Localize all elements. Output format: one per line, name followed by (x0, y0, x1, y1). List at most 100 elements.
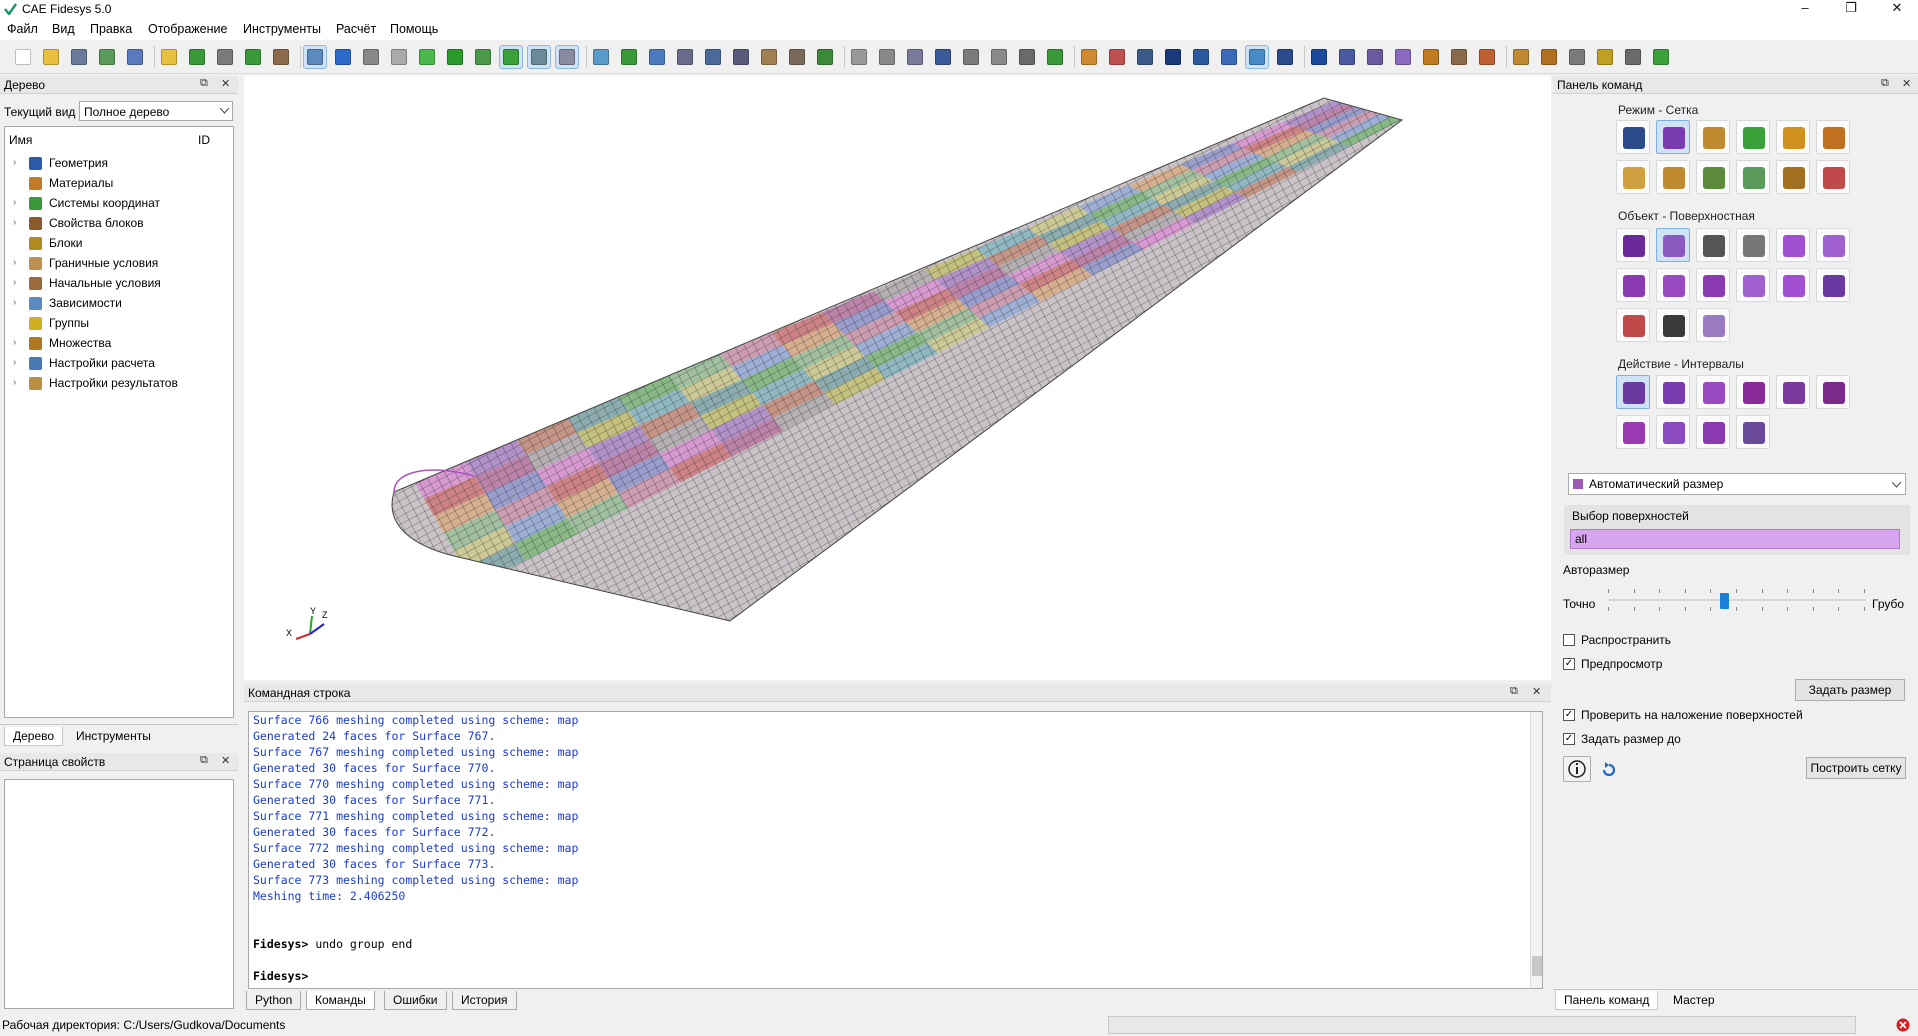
command-panel-button[interactable] (1736, 120, 1770, 154)
tree-view[interactable]: Имя ID › Геометрия Материалы › Системы коорд… (4, 126, 234, 718)
expand-arrow-icon[interactable]: › (13, 193, 16, 213)
command-panel-button[interactable] (1776, 160, 1810, 194)
toolbar-button[interactable] (758, 46, 780, 68)
command-panel-button[interactable] (1776, 268, 1810, 302)
tree-item[interactable]: › Начальные условия (5, 273, 233, 293)
dock-float-icon[interactable]: ⧉ (200, 754, 208, 767)
toolbar-button[interactable] (1538, 46, 1560, 68)
command-panel-button[interactable] (1816, 375, 1850, 409)
tab-python[interactable]: Python (246, 991, 302, 1010)
toolbar-button[interactable] (1336, 46, 1358, 68)
toolbar-button[interactable] (1078, 46, 1100, 68)
set-size-button[interactable]: Задать размер (1795, 679, 1905, 701)
expand-arrow-icon[interactable]: › (13, 333, 16, 353)
tab-tools[interactable]: Инструменты (68, 727, 159, 745)
toolbar-button[interactable] (1594, 46, 1616, 68)
expand-arrow-icon[interactable]: › (13, 213, 16, 233)
command-panel-button[interactable] (1616, 375, 1650, 409)
tab-wizard[interactable]: Мастер (1665, 991, 1723, 1009)
tree-item[interactable]: › Граничные условия (5, 253, 233, 273)
toolbar-button[interactable] (988, 46, 1010, 68)
command-panel-button[interactable] (1656, 120, 1690, 154)
command-panel-button[interactable] (1696, 308, 1730, 342)
build-mesh-button[interactable]: Построить сетку (1806, 757, 1906, 779)
toolbar-button[interactable] (1476, 46, 1498, 68)
toolbar-button[interactable] (1622, 46, 1644, 68)
toolbar-button[interactable] (124, 46, 146, 68)
toolbar-button[interactable] (1650, 46, 1672, 68)
dock-float-icon[interactable]: ⧉ (200, 77, 208, 90)
toolbar-button[interactable] (904, 46, 926, 68)
toolbar-button[interactable] (730, 46, 752, 68)
expand-arrow-icon[interactable]: › (13, 153, 16, 173)
close-button[interactable]: ✕ (1874, 0, 1918, 18)
toolbar-button[interactable] (1510, 46, 1532, 68)
tree-item[interactable]: Материалы (5, 173, 233, 193)
command-panel-button[interactable] (1656, 415, 1690, 449)
command-panel-button[interactable] (1696, 160, 1730, 194)
dock-close-icon[interactable]: ✕ (221, 77, 230, 90)
menu-view[interactable]: Вид (52, 22, 75, 36)
command-panel-button[interactable] (1696, 120, 1730, 154)
tab-history[interactable]: История (452, 991, 517, 1010)
toolbar-button[interactable] (1364, 46, 1386, 68)
console-output[interactable]: Surface 766 meshing completed using sche… (248, 711, 1543, 989)
check-overlap-checkbox[interactable]: ✓ (1563, 709, 1575, 721)
expand-arrow-icon[interactable]: › (13, 353, 16, 373)
minimize-button[interactable]: – (1782, 0, 1828, 18)
toolbar-button[interactable] (1245, 45, 1269, 69)
tree-item[interactable]: Блоки (5, 233, 233, 253)
toolbar-button[interactable] (1448, 46, 1470, 68)
toolbar-button[interactable] (786, 46, 808, 68)
menu-edit[interactable]: Правка (90, 22, 132, 36)
toolbar-button[interactable] (960, 46, 982, 68)
command-panel-button[interactable] (1656, 375, 1690, 409)
command-panel-button[interactable] (1616, 415, 1650, 449)
dock-float-icon[interactable]: ⧉ (1510, 685, 1518, 698)
toolbar-button[interactable] (388, 46, 410, 68)
toolbar-button[interactable] (527, 45, 551, 69)
tree-item[interactable]: › Зависимости (5, 293, 233, 313)
command-panel-button[interactable] (1616, 120, 1650, 154)
toolbar-button[interactable] (702, 46, 724, 68)
toolbar-button[interactable] (1016, 46, 1038, 68)
command-panel-button[interactable] (1776, 375, 1810, 409)
toolbar-button[interactable] (1274, 46, 1296, 68)
tree-item[interactable]: › Свойства блоков (5, 213, 233, 233)
info-button[interactable] (1563, 756, 1591, 782)
toolbar-button[interactable] (214, 46, 236, 68)
toolbar-button[interactable] (1044, 46, 1066, 68)
toolbar-button[interactable] (646, 46, 668, 68)
menu-file[interactable]: Файл (7, 22, 38, 36)
menu-tools[interactable]: Инструменты (243, 22, 321, 36)
menu-calculation[interactable]: Расчёт (336, 22, 376, 36)
command-panel-button[interactable] (1816, 228, 1850, 262)
toolbar-button[interactable] (96, 46, 118, 68)
toolbar-button[interactable] (1134, 46, 1156, 68)
toolbar-button[interactable] (932, 46, 954, 68)
command-panel-button[interactable] (1656, 228, 1690, 262)
toolbar-button[interactable] (876, 46, 898, 68)
command-panel-button[interactable] (1816, 268, 1850, 302)
toolbar-button[interactable] (360, 46, 382, 68)
toolbar-button[interactable] (303, 45, 327, 69)
command-panel-button[interactable] (1816, 120, 1850, 154)
expand-arrow-icon[interactable]: › (13, 273, 16, 293)
tree-item[interactable]: Группы (5, 313, 233, 333)
toolbar-button[interactable] (1190, 46, 1212, 68)
surface-select-input[interactable]: all (1570, 529, 1900, 549)
expand-arrow-icon[interactable]: › (13, 293, 16, 313)
command-panel-button[interactable] (1656, 160, 1690, 194)
expand-arrow-icon[interactable]: › (13, 253, 16, 273)
set-size-to-checkbox[interactable]: ✓ (1563, 733, 1575, 745)
propagate-checkbox[interactable] (1563, 634, 1575, 646)
command-panel-button[interactable] (1696, 415, 1730, 449)
toolbar-button[interactable] (1308, 46, 1330, 68)
dock-close-icon[interactable]: ✕ (1902, 77, 1911, 90)
method-dropdown[interactable]: Автоматический размер (1568, 473, 1906, 495)
dock-float-icon[interactable]: ⧉ (1881, 77, 1889, 90)
current-view-select[interactable]: Полное дерево (79, 101, 233, 121)
toolbar-button[interactable] (416, 46, 438, 68)
menu-help[interactable]: Помощь (390, 22, 438, 36)
tab-errors[interactable]: Ошибки (384, 991, 447, 1010)
